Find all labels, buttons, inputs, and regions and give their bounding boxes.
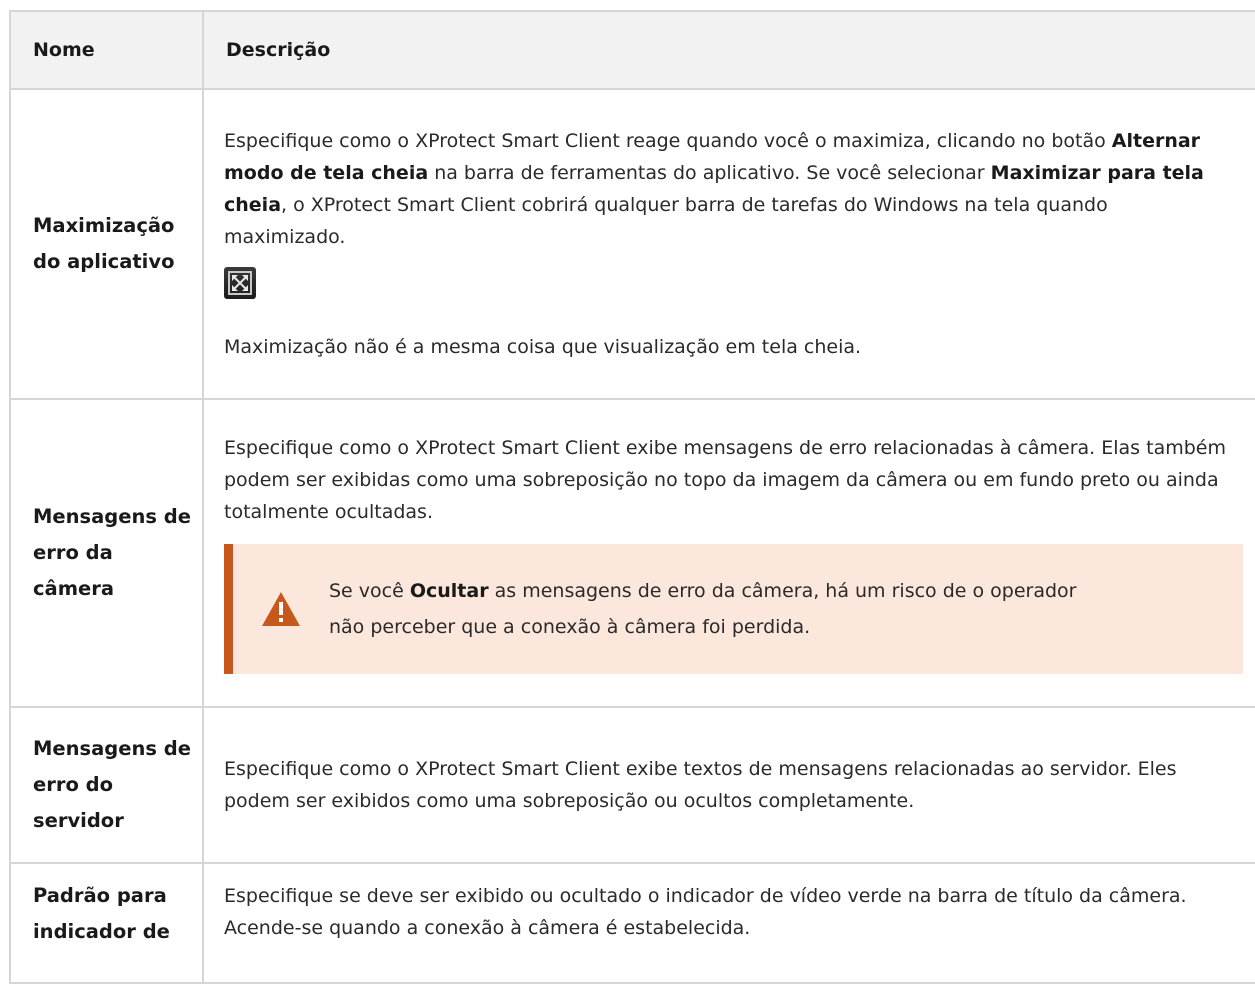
row-description: Especifique como o XProtect Smart Client… <box>202 398 1255 708</box>
row-description: Especifique como o XProtect Smart Client… <box>202 706 1255 864</box>
description-paragraph: Especifique se deve ser exibido ou ocult… <box>224 885 1187 939</box>
settings-table-container: Nome Descrição Maximização do aplicativo… <box>9 10 1255 984</box>
description-paragraph: Especifique como o XProtect Smart Client… <box>224 437 1226 523</box>
table-row: Padrão para indicador de Especifique se … <box>9 862 1255 984</box>
table-row: Mensagens de erro da câmera Especifique … <box>9 398 1255 708</box>
row-name: Maximização do aplicativo <box>9 88 204 400</box>
warning-triangle-icon <box>233 591 329 627</box>
fullscreen-toggle-icon <box>224 267 256 299</box>
row-name: Mensagens de erro da câmera <box>9 398 204 708</box>
table-row: Mensagens de erro do servidor Especifiqu… <box>9 706 1255 864</box>
description-note: Maximização não é a mesma coisa que visu… <box>224 336 862 358</box>
column-header-name: Nome <box>9 10 204 90</box>
table-row: Maximização do aplicativo Especifique co… <box>9 88 1255 400</box>
column-header-description: Descrição <box>202 10 1255 90</box>
table-header-row: Nome Descrição <box>9 10 1255 90</box>
warning-callout: Se você Ocultar as mensagens de erro da … <box>224 544 1243 674</box>
warning-text: Se você Ocultar as mensagens de erro da … <box>329 580 1077 638</box>
row-description: Especifique se deve ser exibido ou ocult… <box>202 862 1255 984</box>
row-name: Padrão para indicador de <box>9 862 204 984</box>
row-description: Especifique como o XProtect Smart Client… <box>202 88 1255 400</box>
description-paragraph: Especifique como o XProtect Smart Client… <box>224 130 1204 248</box>
description-paragraph: Especifique como o XProtect Smart Client… <box>224 758 1177 812</box>
settings-table: Nome Descrição Maximização do aplicativo… <box>9 10 1255 984</box>
row-name: Mensagens de erro do servidor <box>9 706 204 864</box>
